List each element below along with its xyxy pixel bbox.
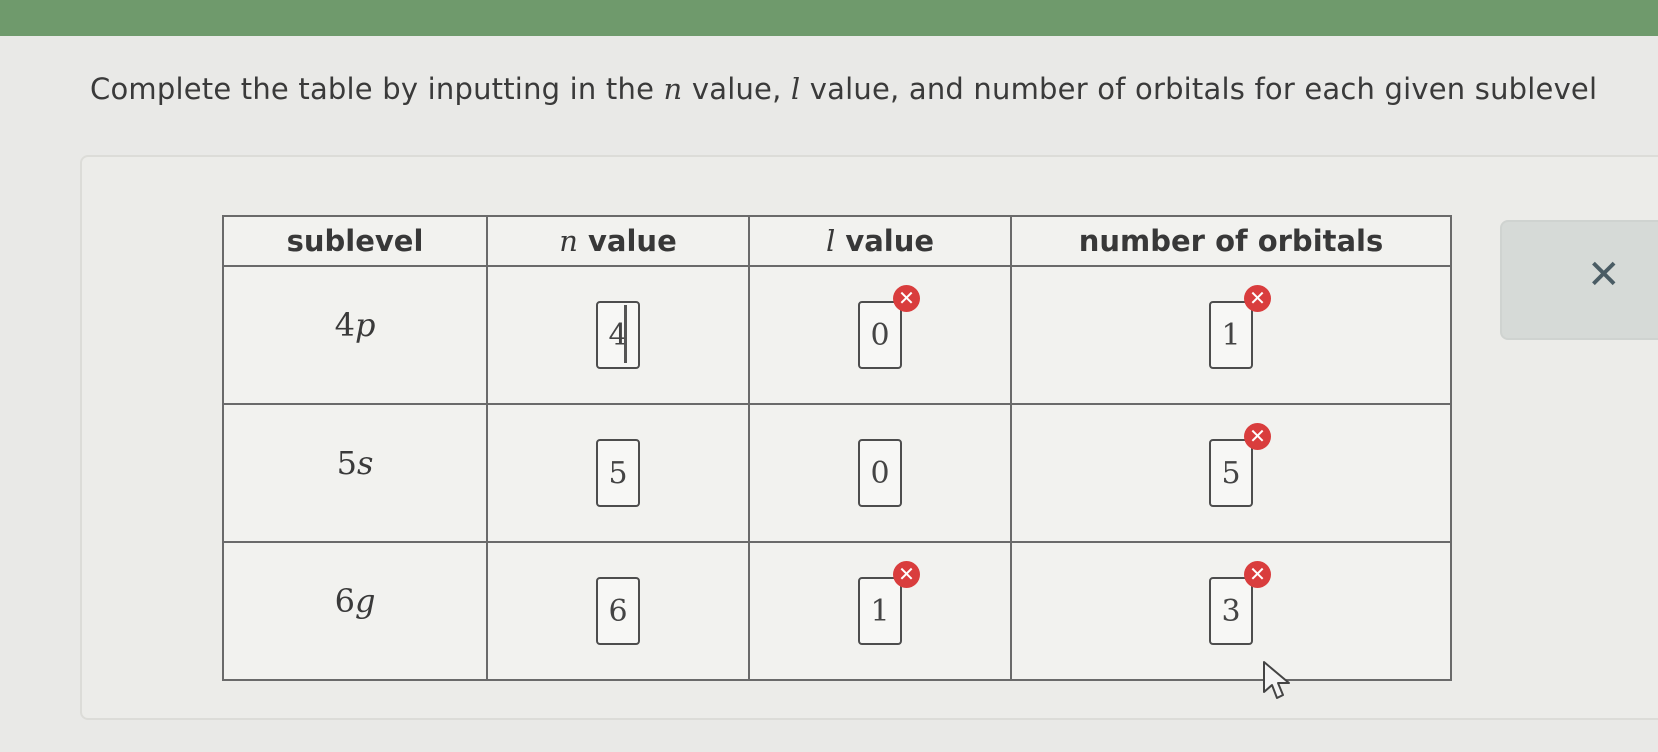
n-value-input[interactable]: 6: [596, 577, 640, 645]
side-tools-panel: ✕: [1500, 220, 1658, 340]
orbitals-input[interactable]: 1: [1209, 301, 1253, 369]
l-value-input-wrapper: 1 ✕: [858, 561, 920, 645]
sublevel-cell: 6g: [222, 541, 488, 681]
orbitals-input-wrapper: 3 ✕: [1209, 561, 1271, 645]
n-value-cell: 6: [486, 541, 750, 681]
table-row: 5s 5 0 5 ✕: [222, 403, 1452, 543]
n-value-input-wrapper: 6: [596, 577, 640, 645]
error-x-icon: ✕: [1244, 285, 1271, 312]
n-value-cell: 4: [486, 265, 750, 405]
table-header-row: sublevel n value l value number of orbit…: [222, 215, 1452, 267]
orbitals-cell: 5 ✕: [1010, 403, 1452, 543]
n-value-input-wrapper: 5: [596, 439, 640, 507]
clear-x-icon[interactable]: ✕: [1587, 252, 1621, 298]
table-row: 4p 4 0 ✕ 1 ✕: [222, 265, 1452, 405]
orbitals-input[interactable]: 3: [1209, 577, 1253, 645]
l-value-cell: 1 ✕: [748, 541, 1012, 681]
error-x-icon: ✕: [893, 285, 920, 312]
n-value-input[interactable]: 4: [596, 301, 640, 369]
header-n-value: n value: [486, 215, 750, 267]
l-value-input[interactable]: 1: [858, 577, 902, 645]
orbitals-input-wrapper: 5 ✕: [1209, 423, 1271, 507]
orbitals-cell: 1 ✕: [1010, 265, 1452, 405]
sublevel-label: 5s: [336, 444, 374, 482]
header-number-of-orbitals: number of orbitals: [1010, 215, 1452, 267]
orbitals-input[interactable]: 5: [1209, 439, 1253, 507]
l-value-input-wrapper: 0 ✕: [858, 285, 920, 369]
l-symbol: l: [790, 72, 801, 106]
sublevel-cell: 5s: [222, 403, 488, 543]
answer-table: sublevel n value l value number of orbit…: [222, 215, 1452, 681]
l-value-input-wrapper: 0: [858, 439, 902, 507]
sublevel-cell: 4p: [222, 265, 488, 405]
header-sublevel: sublevel: [222, 215, 488, 267]
error-x-icon: ✕: [1244, 561, 1271, 588]
text-cursor: [624, 305, 627, 363]
n-value-input[interactable]: 5: [596, 439, 640, 507]
error-x-icon: ✕: [893, 561, 920, 588]
header-l-value: l value: [748, 215, 1012, 267]
l-value-input[interactable]: 0: [858, 439, 902, 507]
n-value-input-wrapper: 4: [596, 301, 640, 369]
mouse-pointer-icon: [1263, 661, 1290, 699]
sublevel-label: 4p: [334, 306, 376, 344]
l-value-cell: 0: [748, 403, 1012, 543]
instruction-text: Complete the table by inputting in the n…: [90, 72, 1598, 106]
sublevel-label: 6g: [334, 582, 376, 620]
l-value-cell: 0 ✕: [748, 265, 1012, 405]
orbitals-cell: 3 ✕: [1010, 541, 1452, 681]
n-symbol: n: [663, 72, 683, 106]
l-value-input[interactable]: 0: [858, 301, 902, 369]
n-value-cell: 5: [486, 403, 750, 543]
top-banner: [0, 0, 1658, 36]
orbitals-input-wrapper: 1 ✕: [1209, 285, 1271, 369]
error-x-icon: ✕: [1244, 423, 1271, 450]
